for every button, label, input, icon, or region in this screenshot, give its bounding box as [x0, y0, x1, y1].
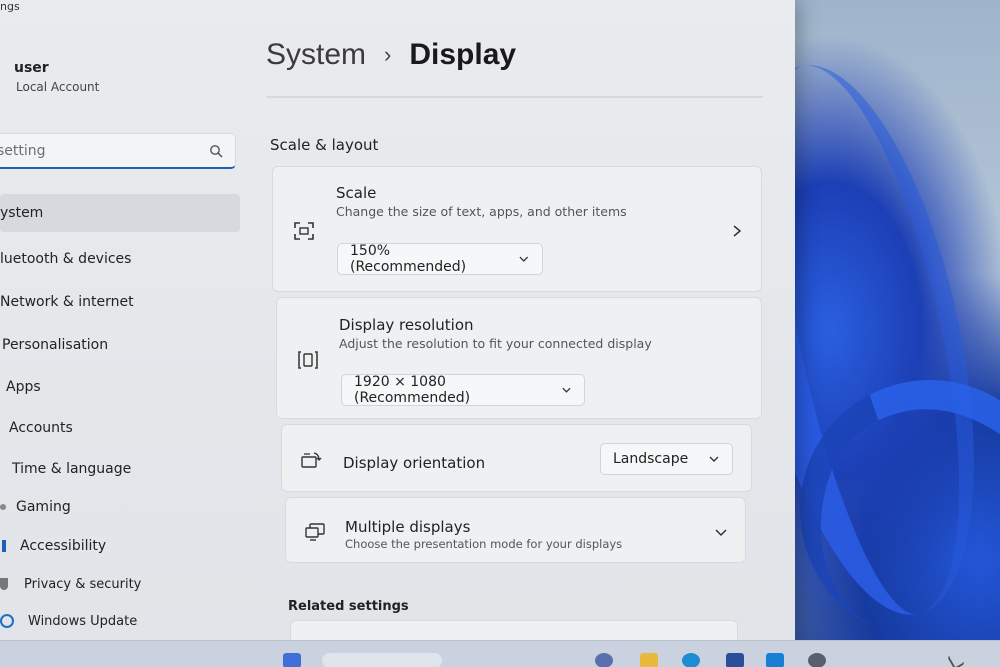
chevron-down-icon [562, 387, 571, 393]
search-input[interactable]: setting [0, 143, 46, 159]
sidebar-item-privacy[interactable]: Privacy & security [0, 565, 240, 603]
settings-gear-icon[interactable] [808, 653, 826, 667]
orientation-title: Display orientation [343, 454, 486, 472]
resolution-dropdown[interactable]: 1920 × 1080 (Recommended) [341, 374, 585, 406]
sidebar-item-label: luetooth & devices [0, 251, 132, 267]
accessibility-icon [2, 540, 6, 552]
chevron-down-icon[interactable] [714, 525, 728, 539]
sidebar-item-label: Time & language [12, 461, 132, 477]
sidebar-item-label: Personalisation [2, 337, 109, 353]
scale-icon [294, 222, 314, 240]
store-icon[interactable] [766, 653, 784, 667]
sidebar-item-gaming[interactable]: Gaming [0, 488, 240, 526]
orientation-value: Landscape [613, 451, 689, 467]
app-icon[interactable] [726, 653, 744, 667]
sidebar-item-label: Accounts [9, 420, 73, 436]
sidebar-item-label: Privacy & security [24, 576, 142, 592]
taskbar-search-icon[interactable] [322, 653, 442, 667]
taskbar [0, 640, 1000, 667]
orientation-icon [301, 452, 322, 468]
shield-icon [0, 578, 8, 590]
notification-icon[interactable] [947, 651, 965, 667]
sidebar-item-accounts[interactable]: Accounts [0, 409, 240, 447]
multiple-displays-title: Multiple displays [345, 518, 471, 536]
sidebar-item-label: Apps [6, 379, 41, 395]
chevron-down-icon [519, 256, 529, 262]
update-icon [0, 614, 14, 628]
search-icon[interactable] [209, 144, 223, 158]
settings-window: ngs user Local Account setting ystem lue… [0, 0, 795, 648]
resolution-icon [298, 351, 318, 369]
resolution-card: Display resolution Adjust the resolution… [276, 297, 762, 419]
file-explorer-icon[interactable] [640, 653, 658, 667]
multiple-displays-card[interactable]: Multiple displays Choose the presentatio… [285, 497, 746, 563]
multiple-displays-subtitle: Choose the presentation mode for your di… [345, 537, 623, 551]
sidebar-item-windows-update[interactable]: Windows Update [0, 602, 240, 640]
orientation-card: Display orientation Landscape [281, 424, 752, 492]
sidebar-item-label: Accessibility [20, 538, 107, 554]
page-title: Display [409, 38, 517, 71]
sidebar-item-accessibility[interactable]: Accessibility [0, 527, 240, 565]
resolution-title: Display resolution [339, 316, 474, 334]
breadcrumb-system[interactable]: System [266, 38, 366, 72]
sidebar-item-apps[interactable]: Apps [0, 368, 240, 406]
breadcrumb-separator: › [384, 42, 392, 67]
sidebar-item-system[interactable]: ystem [0, 194, 240, 232]
gaming-icon [0, 504, 6, 510]
chevron-right-icon[interactable] [730, 224, 744, 238]
sidebar-item-label: Windows Update [28, 613, 138, 629]
scale-dropdown[interactable]: 150% (Recommended) [337, 243, 543, 275]
user-account-type: Local Account [16, 80, 100, 94]
user-name: user [14, 60, 49, 76]
scale-subtitle: Change the size of text, apps, and other… [336, 204, 627, 219]
sidebar-item-bluetooth[interactable]: luetooth & devices [0, 240, 240, 278]
sidebar-item-label: Network & internet [0, 294, 134, 310]
resolution-subtitle: Adjust the resolution to fit your connec… [339, 336, 652, 351]
scale-card[interactable]: Scale Change the size of text, apps, and… [272, 166, 762, 292]
top-divider [266, 92, 764, 98]
sidebar-item-time-language[interactable]: Time & language [0, 450, 240, 488]
scale-title: Scale [336, 184, 377, 202]
start-icon[interactable] [283, 653, 301, 667]
sidebar-item-label: Gaming [16, 499, 71, 515]
breadcrumb: System › Display [266, 38, 516, 72]
orientation-dropdown[interactable]: Landscape [600, 443, 733, 475]
sidebar-item-personalisation[interactable]: Personalisation [0, 326, 240, 364]
search-box[interactable]: setting [0, 133, 236, 169]
app-title: ngs [0, 0, 20, 13]
chevron-down-icon [709, 456, 719, 462]
browser-icon[interactable] [682, 653, 700, 667]
sidebar-item-label: ystem [0, 205, 44, 221]
section-title-related-settings: Related settings [288, 599, 409, 614]
scale-value: 150% (Recommended) [350, 243, 467, 275]
edge-icon[interactable] [595, 653, 613, 667]
multiple-displays-icon [305, 523, 325, 541]
resolution-value: 1920 × 1080 (Recommended) [354, 374, 471, 406]
section-title-scale-layout: Scale & layout [270, 136, 379, 154]
sidebar-item-network[interactable]: Network & internet [0, 283, 240, 321]
